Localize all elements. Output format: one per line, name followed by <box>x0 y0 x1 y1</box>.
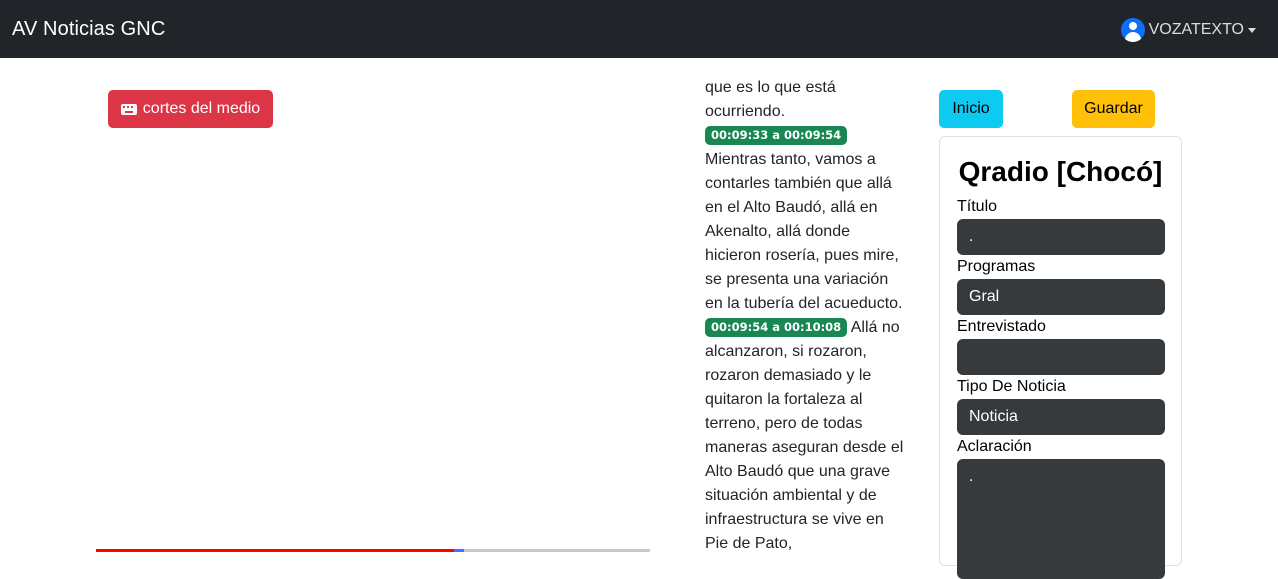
cortes-button-label: cortes del medio <box>142 100 261 117</box>
programas-select[interactable]: Gral <box>957 279 1165 315</box>
caret-down-icon <box>1248 27 1256 33</box>
programas-label: Programas <box>957 258 1036 275</box>
transcript-lead-text: que es lo que está ocurriendo. <box>705 79 836 120</box>
transcript-panel: que es lo que está ocurriendo. 00:09:33 … <box>705 76 905 556</box>
keyboard-icon <box>120 103 137 115</box>
entrevistado-label: Entrevistado <box>957 318 1046 335</box>
cortes-del-medio-button[interactable]: cortes del medio <box>108 90 273 128</box>
user-menu[interactable]: VOZATEXTO <box>1120 17 1256 43</box>
entrevistado-field[interactable] <box>957 339 1165 375</box>
user-name: VOZATEXTO <box>1148 21 1244 38</box>
tipo-noticia-select[interactable]: Noticia <box>957 399 1165 435</box>
titulo-label: Título <box>957 198 998 215</box>
aclaracion-label: Aclaración <box>957 438 1032 455</box>
segment-timestamp-badge[interactable]: 00:09:54 a 00:10:08 <box>705 318 848 337</box>
user-circle-icon <box>1120 18 1145 42</box>
guardar-button[interactable]: Guardar <box>1072 90 1155 128</box>
top-navbar: AV Noticias GNC VOZATEXTO <box>0 0 1278 58</box>
inicio-button[interactable]: Inicio <box>939 90 1003 128</box>
segment-timestamp-badge[interactable]: 00:09:33 a 00:09:54 <box>705 126 848 145</box>
segment-text: Allá no alcanzaron, si rozaron, rozaron … <box>705 319 904 552</box>
segment-text: Mientras tanto, vamos a contarles tambié… <box>705 151 903 312</box>
station-title: Qradio [Chocó] <box>958 156 1163 187</box>
tipo-noticia-label: Tipo De Noticia <box>957 378 1066 395</box>
news-form-card: Qradio [Chocó] Título . Programas Gral E… <box>939 136 1182 579</box>
aclaracion-textarea[interactable]: . <box>957 459 1165 579</box>
brand-title[interactable]: AV Noticias GNC <box>12 18 165 41</box>
titulo-field[interactable]: . <box>957 219 1165 255</box>
